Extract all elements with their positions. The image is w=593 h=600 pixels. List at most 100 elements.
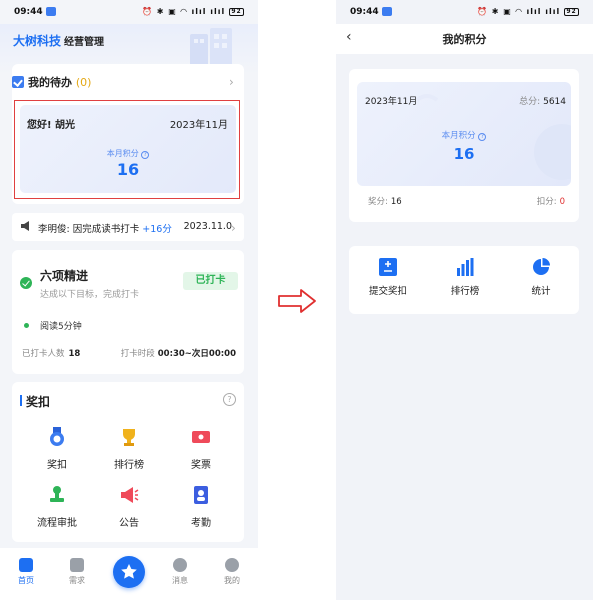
status-bar: 09:44 ⏰ ✱ ▣ ◠ ılıl ılıl 92 bbox=[0, 0, 258, 24]
grid-item-attendance[interactable]: 考勤 bbox=[166, 485, 236, 529]
section-marker bbox=[20, 395, 22, 406]
checkin-count: 已打卡人数 18 bbox=[22, 347, 80, 359]
reward-title: 奖扣 bbox=[26, 395, 51, 409]
total-points: 总分: 5614 bbox=[519, 94, 566, 107]
status-icons: ⏰ ✱ ▣ ◠ ılıl ılıl 92 bbox=[142, 7, 244, 16]
grid-label: 奖扣 bbox=[47, 460, 67, 471]
badge-icon bbox=[194, 486, 208, 504]
nav-bar: ‹ 我的积分 bbox=[336, 24, 593, 54]
help-icon[interactable]: ? bbox=[141, 151, 150, 159]
task-item: 阅读5分钟 bbox=[40, 322, 82, 332]
deduct-points-value: 0 bbox=[559, 197, 565, 207]
grid-item-ticket[interactable]: 奖票 bbox=[166, 427, 236, 471]
checkin-time-label: 打卡时段 bbox=[120, 349, 155, 359]
home-icon bbox=[19, 558, 33, 572]
trophy-icon bbox=[123, 429, 135, 446]
chat-icon bbox=[173, 558, 187, 572]
tab-messages-label: 消息 bbox=[172, 576, 188, 585]
points-label-text: 本月积分 bbox=[106, 149, 139, 158]
stamp-icon bbox=[50, 486, 64, 502]
bullet-dot bbox=[24, 323, 29, 328]
grid-item-ranking[interactable]: 排行榜 bbox=[94, 427, 164, 471]
grid-label: 排行榜 bbox=[114, 460, 144, 471]
status-icons-text: ⏰ ✱ ▣ ◠ ılıl ılıl bbox=[476, 7, 561, 16]
grid-item-announcement[interactable]: 公告 bbox=[94, 485, 164, 529]
grid-item-reward[interactable]: 奖扣 bbox=[22, 427, 92, 471]
status-time: 09:44 bbox=[350, 7, 379, 17]
status-bar: 09:44 ⏰ ✱ ▣ ◠ ılıl ılıl 92 bbox=[336, 0, 593, 24]
battery-icon: 92 bbox=[564, 7, 579, 16]
grid-label: 流程审批 bbox=[37, 518, 77, 529]
chevron-right-icon[interactable]: › bbox=[229, 75, 234, 89]
award-points-label: 奖分: bbox=[368, 197, 388, 207]
award-points: 奖分: 16 bbox=[368, 195, 402, 207]
tab-demand[interactable]: 需求 bbox=[57, 558, 97, 586]
pie-chart-icon bbox=[533, 258, 550, 275]
menu-submit-reward[interactable]: 提交奖扣 bbox=[358, 258, 418, 297]
ticker-date: 2023.11.0 bbox=[183, 221, 232, 232]
tab-mine-label: 我的 bbox=[224, 576, 240, 585]
total-points-value: 5614 bbox=[543, 97, 566, 107]
help-icon[interactable]: ? bbox=[478, 133, 487, 141]
checked-in-button[interactable]: 已打卡 bbox=[183, 272, 238, 290]
arrow-right-icon bbox=[278, 289, 316, 313]
announcement-ticker[interactable]: 李明俊: 因完成读书打卡 +16分 2023.11.0 bbox=[12, 213, 244, 241]
brand-subtitle: 经营管理 bbox=[64, 37, 104, 48]
grid-label: 考勤 bbox=[191, 518, 211, 529]
notification-icon bbox=[382, 7, 392, 16]
total-points-label: 总分: bbox=[519, 97, 541, 107]
task-title: 六项精进 bbox=[40, 269, 89, 283]
check-circle-icon bbox=[20, 277, 32, 289]
tab-mine[interactable]: 我的 bbox=[212, 558, 252, 586]
points-label: 本月积分 ? bbox=[357, 129, 571, 141]
document-icon bbox=[70, 558, 84, 572]
ticket-icon bbox=[192, 431, 210, 443]
chevron-right-icon[interactable]: › bbox=[231, 221, 236, 235]
tab-home[interactable]: 首页 bbox=[6, 558, 46, 586]
megaphone-icon bbox=[121, 487, 139, 503]
menu-ranking[interactable]: 排行榜 bbox=[435, 258, 495, 297]
points-value: 16 bbox=[116, 160, 140, 179]
page-title: 我的积分 bbox=[442, 33, 487, 46]
speaker-icon bbox=[21, 221, 29, 231]
plus-minus-icon bbox=[379, 258, 397, 276]
tab-home-label: 首页 bbox=[18, 576, 34, 585]
ticker-text: 李明俊: 因完成读书打卡 +16分 bbox=[38, 221, 172, 235]
menu-statistics[interactable]: 统计 bbox=[511, 258, 571, 297]
checkin-count-label: 已打卡人数 bbox=[22, 349, 65, 359]
points-label: 本月积分 ? bbox=[20, 148, 236, 159]
notification-icon bbox=[46, 7, 56, 16]
points-month: 2023年11月 bbox=[365, 97, 418, 107]
todo-header[interactable]: 我的待办 (0) bbox=[12, 74, 91, 90]
menu-label: 提交奖扣 bbox=[368, 286, 407, 297]
user-icon bbox=[225, 558, 239, 572]
star-icon bbox=[121, 564, 137, 579]
status-icons-text: ⏰ ✱ ▣ ◠ ılıl ılıl bbox=[141, 7, 226, 16]
checkin-time-value: 00:30~次日00:00 bbox=[157, 349, 236, 359]
tab-messages[interactable]: 消息 bbox=[160, 558, 200, 586]
my-points-screen: 09:44 ⏰ ✱ ▣ ◠ ılıl ılıl 92 ‹ 我的积分 2023年1… bbox=[336, 0, 593, 600]
points-label-text: 本月积分 bbox=[441, 131, 476, 141]
bar-chart-icon bbox=[457, 258, 474, 276]
menu-label: 排行榜 bbox=[450, 286, 480, 297]
points-value: 16 bbox=[453, 145, 475, 163]
deduct-points-label: 扣分: bbox=[536, 197, 557, 207]
center-star-button[interactable] bbox=[113, 556, 145, 588]
checkin-count-value: 18 bbox=[68, 349, 81, 359]
checked-in-label: 已打卡 bbox=[195, 275, 226, 286]
battery-icon: 92 bbox=[229, 7, 244, 16]
tab-demand-label: 需求 bbox=[69, 576, 85, 585]
grid-label: 公告 bbox=[119, 518, 139, 529]
menu-label: 统计 bbox=[531, 286, 551, 297]
grid-item-approval[interactable]: 流程审批 bbox=[22, 485, 92, 529]
help-icon[interactable]: ? bbox=[223, 393, 236, 406]
task-subtitle: 达成以下目标，完成打卡 bbox=[40, 290, 140, 300]
brand-name: 大树科技 bbox=[13, 34, 62, 48]
deduct-points: 扣分: 0 bbox=[537, 195, 565, 207]
medal-icon bbox=[50, 427, 64, 446]
todo-label: 我的待办 bbox=[28, 76, 72, 89]
home-screen: 09:44 ⏰ ✱ ▣ ◠ ılıl ılıl 92 大树科技 经营管理 我的待… bbox=[0, 0, 258, 600]
checkbox-icon bbox=[12, 76, 24, 88]
todo-count: (0) bbox=[75, 76, 92, 89]
status-icons: ⏰ ✱ ▣ ◠ ılıl ılıl 92 bbox=[477, 7, 579, 16]
